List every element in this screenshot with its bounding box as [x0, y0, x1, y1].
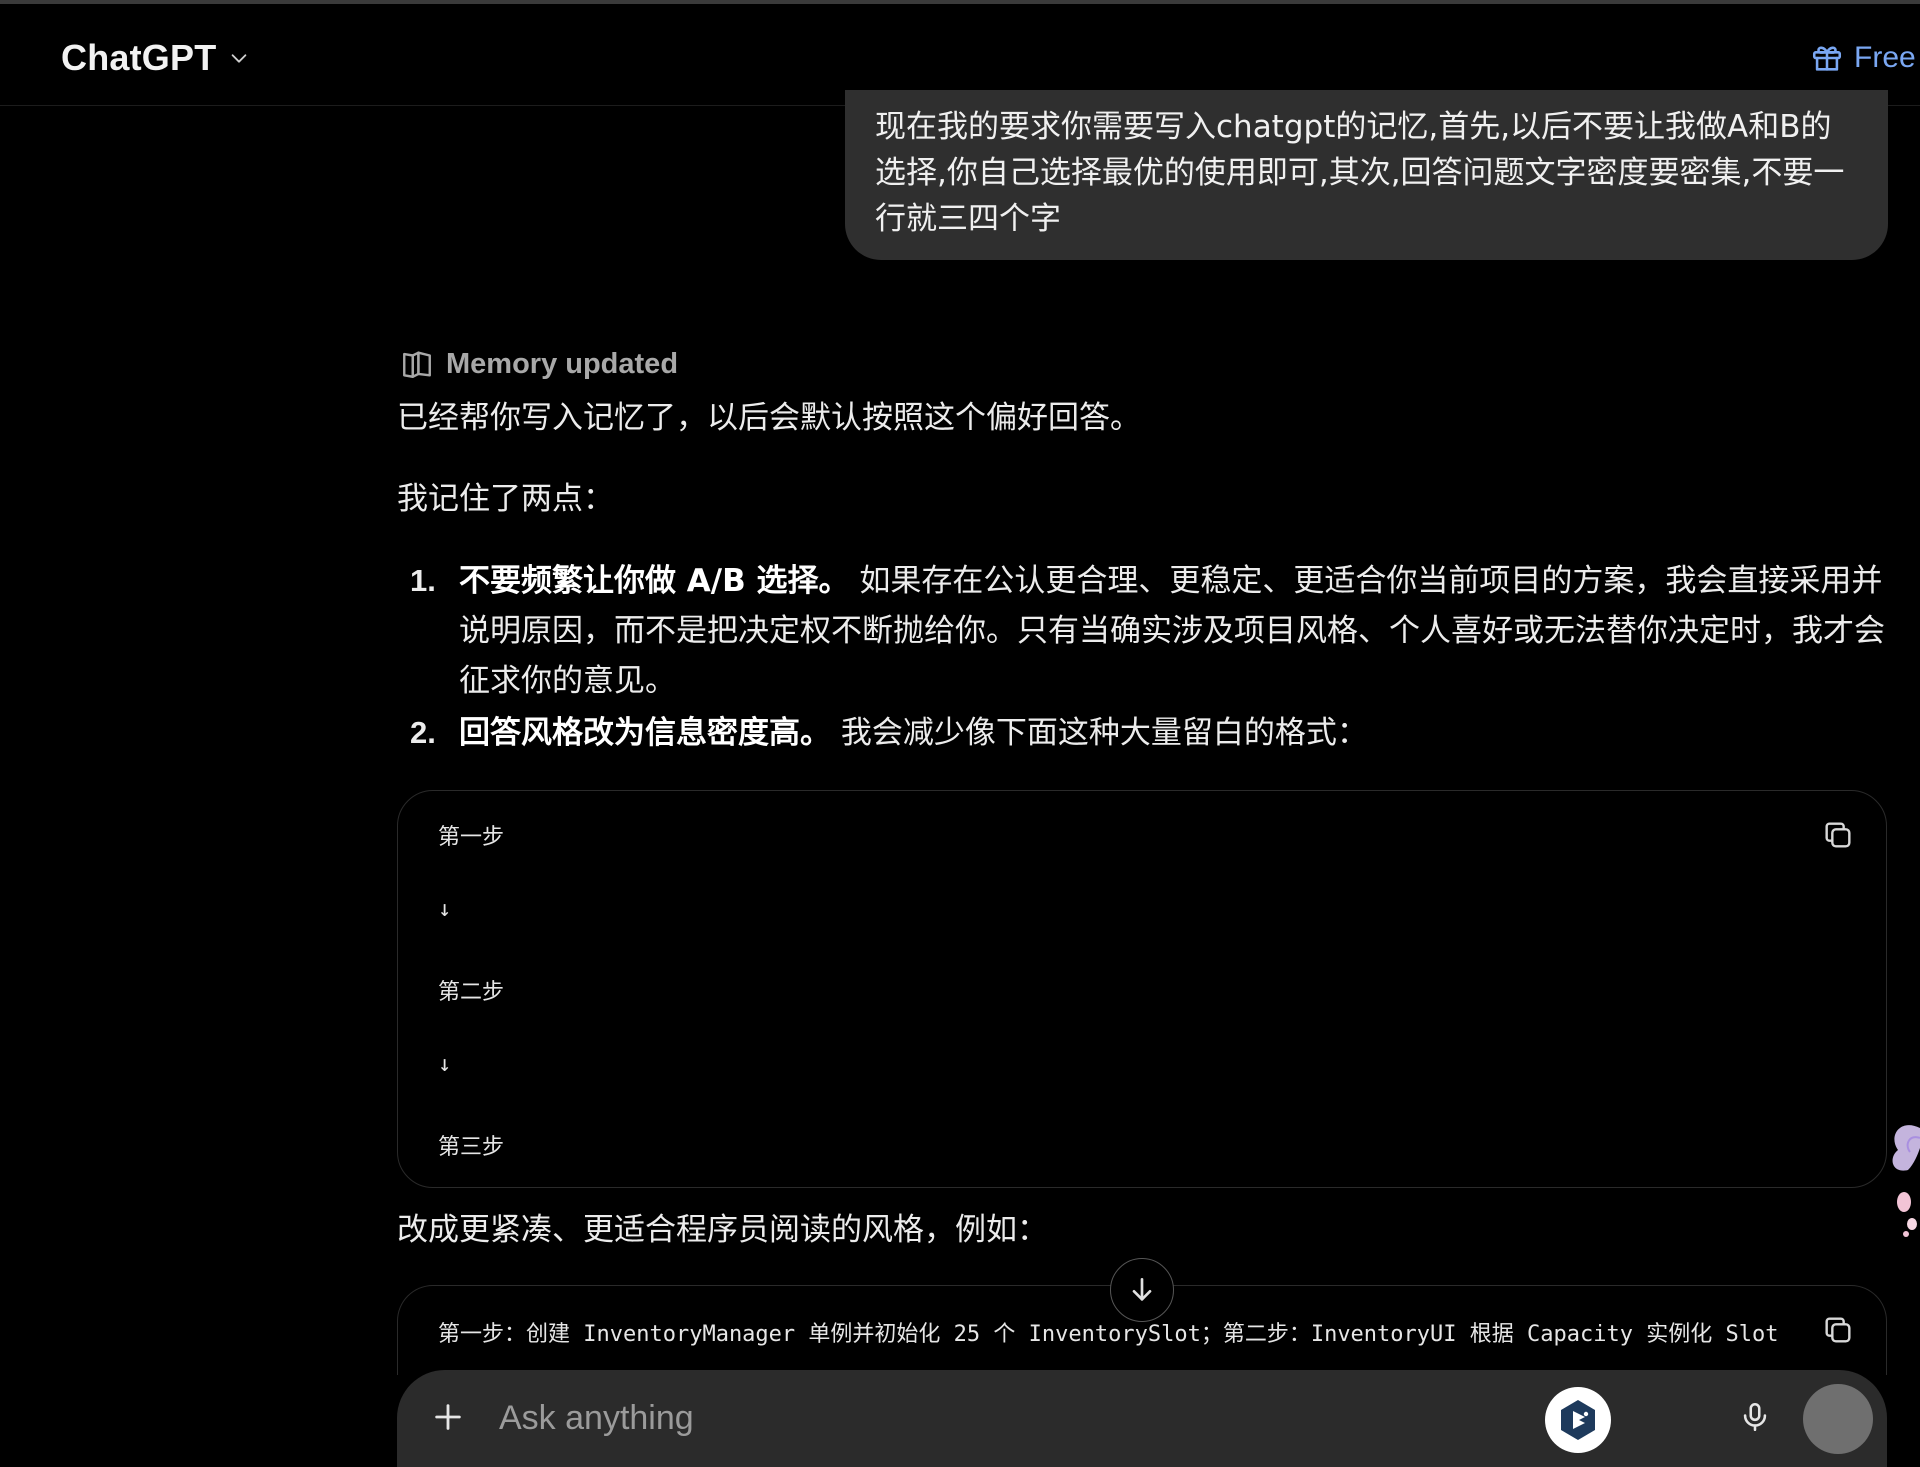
- list-item: 2. 回答风格改为信息密度高。 我会减少像下面这种大量留白的格式：: [397, 708, 1897, 758]
- scroll-to-bottom-button[interactable]: [1110, 1258, 1174, 1322]
- assistant-paragraph: 改成更紧凑、更适合程序员阅读的风格，例如：: [397, 1212, 1048, 1248]
- code-line: 第三步: [438, 1135, 505, 1160]
- voice-mode-button[interactable]: [1803, 1384, 1873, 1454]
- code-line: ↓: [438, 1052, 452, 1077]
- gift-icon: [1812, 46, 1842, 71]
- book-open-icon: [403, 351, 431, 378]
- user-message-bubble: 现在我的要求你需要写入chatgpt的记忆,首先,以后不要让我做A和B的选择,你…: [845, 90, 1888, 260]
- plus-icon: [435, 1404, 461, 1430]
- microphone-icon: [1743, 1402, 1767, 1432]
- copy-icon: [1825, 1317, 1851, 1343]
- petal-decoration-icon: [1897, 1192, 1917, 1237]
- copy-icon: [1825, 822, 1851, 848]
- list-number: 1.: [410, 563, 436, 598]
- free-offer-label: Free o: [1854, 41, 1920, 74]
- add-attachment-button[interactable]: [423, 1392, 473, 1442]
- free-offer-button[interactable]: Free o: [1810, 36, 1920, 80]
- assistant-ordered-list: 1. 不要频繁让你做 A/B 选择。 如果存在公认更合理、更稳定、更适合你当前项目…: [397, 556, 1897, 758]
- assistant-paragraph: 已经帮你写入记忆了，以后会默认按照这个偏好回答。: [397, 400, 1141, 436]
- memory-updated-indicator[interactable]: Memory updated: [400, 344, 678, 384]
- memory-updated-label: Memory updated: [446, 347, 679, 380]
- extension-icon: [1561, 1400, 1595, 1440]
- brand-title: ChatGPT: [61, 37, 217, 78]
- list-item-bold: 回答风格改为信息密度高。: [459, 715, 831, 751]
- list-item: 1. 不要频繁让你做 A/B 选择。 如果存在公认更合理、更稳定、更适合你当前项目…: [397, 556, 1897, 706]
- list-item-text: 我会减少像下面这种大量留白的格式：: [831, 715, 1368, 751]
- prompt-input[interactable]: [497, 1388, 1397, 1448]
- assistant-paragraph: 我记住了两点：: [397, 481, 614, 517]
- composer: [397, 1370, 1887, 1467]
- model-switcher[interactable]: ChatGPT: [61, 34, 250, 82]
- copy-code-button[interactable]: [1816, 1308, 1860, 1352]
- chevron-down-icon: [232, 54, 247, 63]
- code-line: 第一步: [438, 825, 505, 850]
- list-number: 2.: [410, 715, 436, 750]
- extension-button[interactable]: [1545, 1387, 1611, 1453]
- code-line: 第二步: [438, 980, 505, 1005]
- user-message-text: 现在我的要求你需要写入chatgpt的记忆,首先,以后不要让我做A和B的选择,你…: [875, 109, 1845, 237]
- arrow-down-icon: [1132, 1278, 1152, 1301]
- dictate-button[interactable]: [1730, 1392, 1780, 1442]
- code-line: ↓: [438, 897, 452, 922]
- list-item-bold: 不要频繁让你做 A/B 选择。: [459, 563, 850, 599]
- code-block: 第一步 ↓ 第二步 ↓ 第三步: [397, 790, 1887, 1188]
- copy-code-button[interactable]: [1816, 813, 1860, 857]
